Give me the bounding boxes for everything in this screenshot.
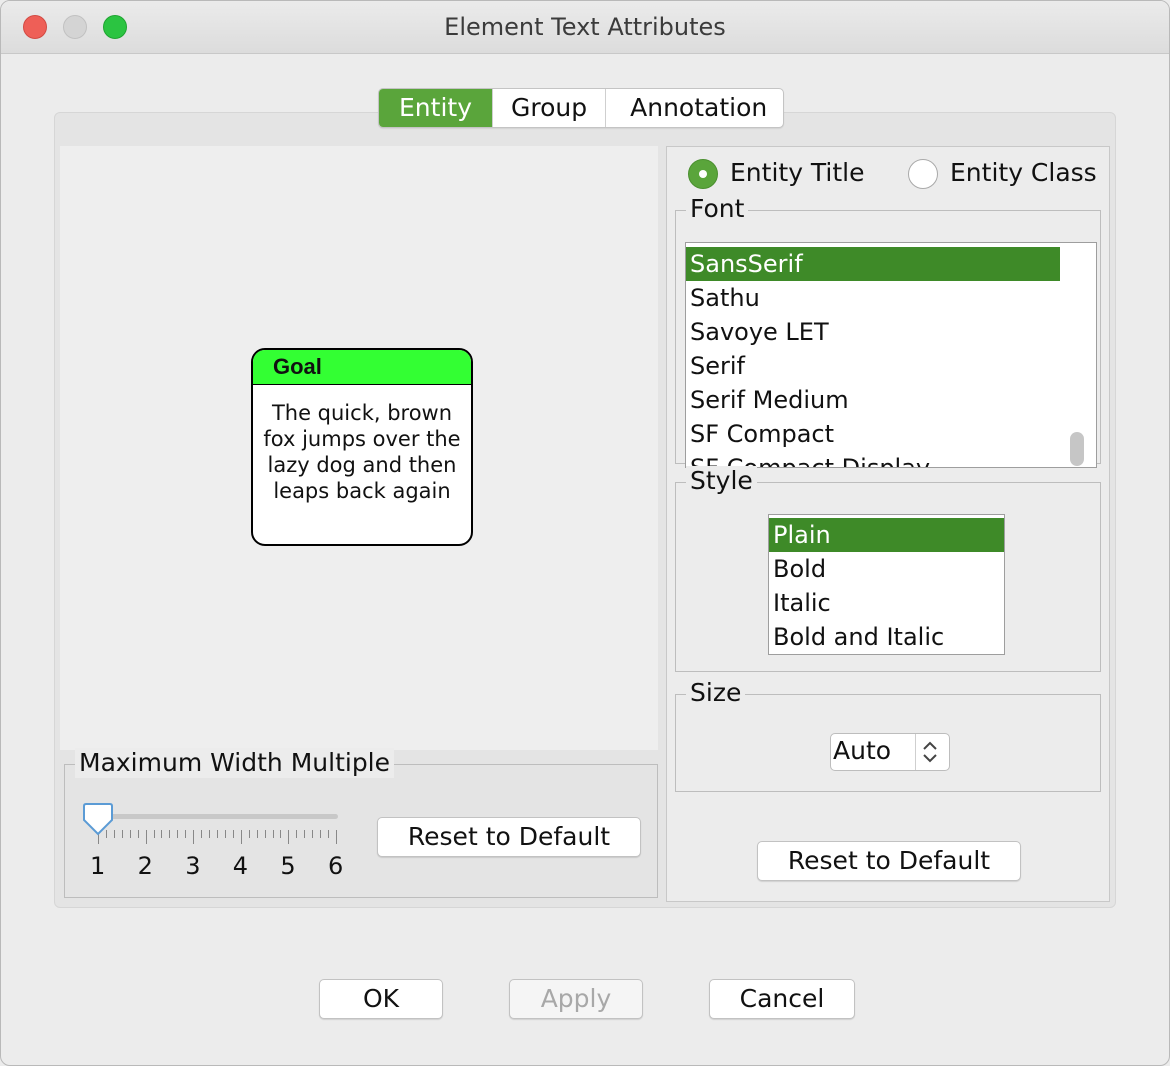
text-reset-to-default-button[interactable]: Reset to Default xyxy=(757,841,1021,881)
spinner-up-down-icon[interactable] xyxy=(921,739,939,765)
slider-tick-label: 1 xyxy=(90,852,106,880)
slider-minor-tick xyxy=(224,830,226,838)
slider-minor-tick xyxy=(296,830,298,838)
slider-tick-label: 3 xyxy=(185,852,201,880)
slider-minor-tick xyxy=(256,830,258,838)
slider-minor-tick xyxy=(169,830,171,838)
font-item-savoye-let[interactable]: Savoye LET xyxy=(686,315,1096,349)
font-list[interactable]: SansSerif Sathu Savoye LET Serif Serif M… xyxy=(685,242,1097,468)
size-value[interactable]: Auto xyxy=(833,736,891,765)
ok-button[interactable]: OK xyxy=(319,979,443,1019)
style-item-plain[interactable]: Plain xyxy=(769,518,1004,552)
goal-element-title: Goal xyxy=(253,350,471,385)
slider-minor-tick xyxy=(328,830,330,838)
font-item-sf-compact[interactable]: SF Compact xyxy=(686,417,1096,451)
font-item-sathu[interactable]: Sathu xyxy=(686,281,1096,315)
slider-minor-tick xyxy=(177,830,179,838)
tab-annotation[interactable]: Annotation xyxy=(606,89,783,127)
window-title: Element Text Attributes xyxy=(444,13,726,41)
font-list-items: SansSerif Sathu Savoye LET Serif Serif M… xyxy=(686,247,1096,467)
slider-minor-tick xyxy=(113,830,115,838)
style-list[interactable]: Plain Bold Italic Bold and Italic xyxy=(768,514,1005,655)
tab-bar: Entity Group Annotation xyxy=(378,88,785,128)
slider-tick-label: 4 xyxy=(232,852,249,880)
style-label: Style xyxy=(686,466,757,496)
font-label: Font xyxy=(686,194,749,224)
slider-major-tick xyxy=(193,830,195,844)
slider-minor-tick xyxy=(264,830,266,838)
slider-minor-tick xyxy=(248,830,250,838)
slider-major-tick xyxy=(336,830,337,844)
size-label: Size xyxy=(686,678,746,708)
entity-class-radio-label[interactable]: Entity Class xyxy=(950,158,1097,187)
width-multiple-slider-thumb[interactable] xyxy=(83,802,113,836)
entity-title-radio[interactable] xyxy=(688,159,718,189)
width-multiple-label: Maximum Width Multiple xyxy=(75,748,395,778)
slider-tick-label: 6 xyxy=(328,852,344,880)
size-spinner[interactable]: Auto xyxy=(830,733,950,771)
slider-tick-label: 2 xyxy=(137,852,153,880)
slider-minor-tick xyxy=(137,830,139,838)
goal-element-preview: Goal The quick, brown fox jumps over the… xyxy=(251,348,473,546)
font-item-serif-medium[interactable]: Serif Medium xyxy=(686,383,1096,417)
slider-tick-label: 5 xyxy=(280,852,296,880)
style-item-bold-and-italic[interactable]: Bold and Italic xyxy=(769,620,1004,654)
slider-minor-tick xyxy=(272,830,274,838)
entity-class-radio[interactable] xyxy=(908,159,938,189)
tab-entity[interactable]: Entity xyxy=(379,89,493,127)
slider-minor-tick xyxy=(161,830,163,838)
tab-group[interactable]: Group xyxy=(493,89,607,127)
slider-major-tick xyxy=(240,830,242,844)
style-item-bold[interactable]: Bold xyxy=(769,552,1004,586)
title-bar: Element Text Attributes xyxy=(1,1,1169,54)
slider-minor-tick xyxy=(209,830,211,838)
slider-minor-tick xyxy=(320,830,322,838)
slider-minor-tick xyxy=(201,830,203,838)
slider-minor-tick xyxy=(312,830,314,838)
slider-major-tick xyxy=(145,830,147,844)
cancel-button[interactable]: Cancel xyxy=(709,979,855,1019)
slider-minor-tick xyxy=(121,830,123,838)
style-list-items: Plain Bold Italic Bold and Italic xyxy=(769,518,1004,654)
spinner-divider xyxy=(915,734,916,770)
slider-minor-tick xyxy=(232,830,234,838)
slider-minor-tick xyxy=(129,830,131,838)
entity-title-radio-label[interactable]: Entity Title xyxy=(730,158,865,187)
slider-minor-tick xyxy=(153,830,155,838)
font-item-serif[interactable]: Serif xyxy=(686,349,1096,383)
apply-button[interactable]: Apply xyxy=(509,979,643,1019)
slider-minor-tick xyxy=(217,830,218,838)
width-multiple-slider-track[interactable] xyxy=(86,814,338,819)
slider-major-tick xyxy=(288,830,290,844)
slider-minor-tick xyxy=(280,830,282,838)
style-item-italic[interactable]: Italic xyxy=(769,586,1004,620)
font-item-sansserif[interactable]: SansSerif xyxy=(686,247,1060,281)
font-list-scrollbar[interactable] xyxy=(1070,432,1084,466)
width-reset-to-default-button[interactable]: Reset to Default xyxy=(377,817,641,857)
slider-minor-tick xyxy=(304,830,306,838)
goal-element-text: The quick, brown fox jumps over the lazy… xyxy=(263,401,461,503)
slider-minor-tick xyxy=(185,830,187,838)
